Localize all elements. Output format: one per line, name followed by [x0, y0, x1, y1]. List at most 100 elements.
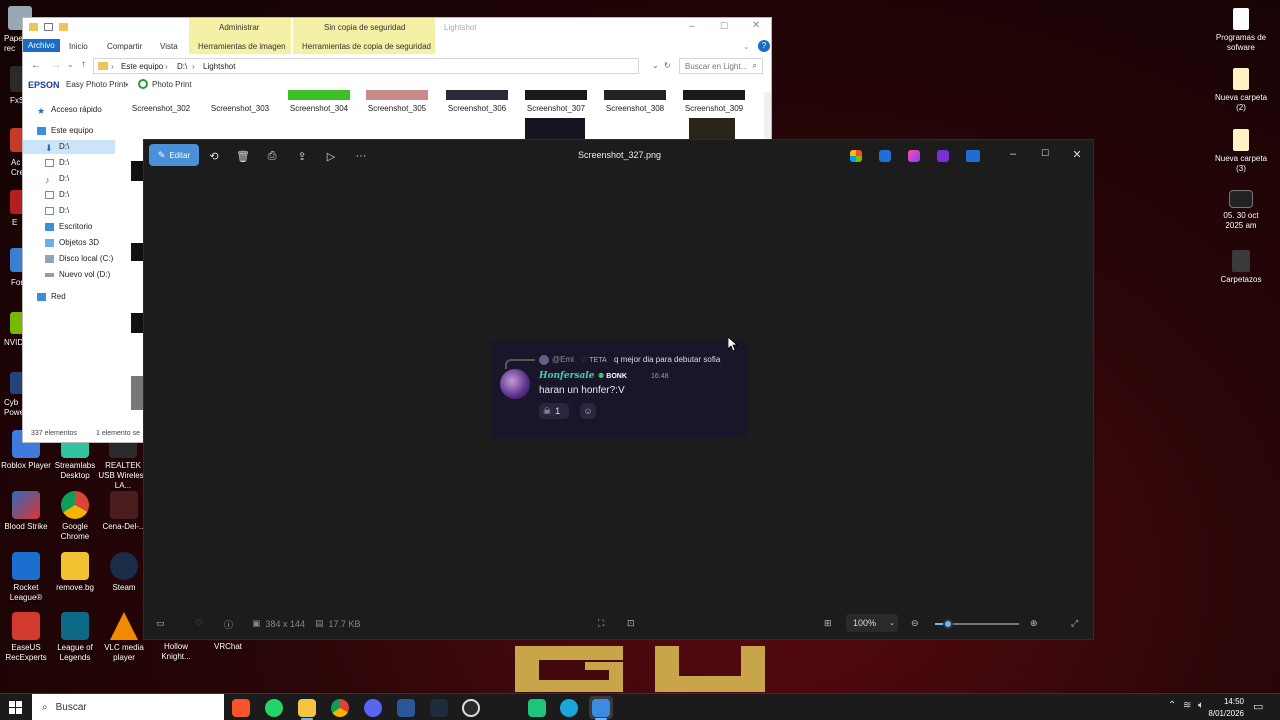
thumbnail-image[interactable] — [689, 118, 735, 140]
filmstrip-button[interactable]: ▭ — [156, 618, 165, 629]
minimize-button[interactable]: – — [1002, 148, 1024, 160]
thumbnail-label[interactable]: Screenshot_306 — [446, 104, 508, 113]
start-button[interactable] — [9, 701, 22, 714]
thumbnail-label[interactable]: Screenshot_308 — [604, 104, 666, 113]
thumbnail-image[interactable] — [131, 313, 143, 333]
nvidia-icon[interactable] — [10, 312, 24, 334]
thumbnail-image[interactable] — [288, 90, 350, 100]
tab-herramientas-imagen[interactable]: Herramientas de imagen — [198, 42, 286, 51]
capcut-icon[interactable] — [430, 699, 448, 717]
thumbnail-label[interactable]: Screenshot_302 — [130, 104, 192, 113]
nav-objetos-3d[interactable]: Objetos 3D — [45, 238, 99, 247]
desktop-icon-chrome[interactable]: Google Chrome — [49, 491, 101, 542]
nav-drive[interactable]: D:\ — [45, 158, 69, 167]
word-icon[interactable] — [397, 699, 415, 717]
tab-compartir[interactable]: Compartir — [107, 42, 142, 51]
tab-vista[interactable]: Vista — [160, 42, 178, 51]
nav-disco-c[interactable]: Disco local (C:) — [45, 254, 113, 263]
close-button[interactable]: ✕ — [752, 20, 760, 31]
zoom-slider-thumb[interactable] — [942, 619, 953, 629]
photos-viewer-window[interactable]: ✎ Editar ⟲ 🗑︎ ⎙ ⇪ ▷ ··· Screenshot_327.p… — [143, 139, 1094, 640]
desktop-icon-nueva-carpeta-3[interactable]: Nueva carpeta (3) — [1214, 129, 1268, 174]
app-icon[interactable] — [10, 66, 24, 92]
brave-icon[interactable] — [232, 699, 250, 717]
desktop-icon-programas[interactable]: Programas de sofware — [1214, 8, 1268, 53]
clock-date[interactable]: 8/01/2026 — [1198, 709, 1244, 718]
back-arrow-icon[interactable]: ← — [31, 60, 41, 71]
dropdown-arrow-icon[interactable]: ▾ — [125, 81, 129, 89]
tab-herramientas-copia[interactable]: Herramientas de copia de seguridad — [302, 42, 431, 51]
address-dropdown-icon[interactable]: ⌄ — [652, 61, 659, 70]
audio-levels-icon[interactable] — [495, 699, 513, 717]
maximize-button[interactable]: ☐ — [1034, 148, 1056, 159]
nav-este-equipo[interactable]: Este equipo — [37, 126, 93, 135]
search-input[interactable]: Buscar en Light... ⌕ — [679, 58, 763, 74]
thumbnail-image[interactable] — [604, 90, 666, 100]
notifications-icon[interactable]: ▭ — [1253, 700, 1263, 713]
up-arrow-icon[interactable]: ↑ — [81, 59, 86, 70]
nav-red[interactable]: Red — [37, 292, 66, 301]
photos-icon[interactable] — [592, 699, 610, 717]
text-recognition-button[interactable]: ⊡ — [627, 618, 635, 629]
fullscreen-button[interactable]: ⤢ — [1071, 618, 1078, 629]
onedrive-icon[interactable] — [966, 150, 980, 162]
app-icon[interactable] — [10, 248, 24, 272]
maximize-button[interactable]: ☐ — [720, 21, 728, 32]
photo-print-button[interactable]: Photo Print — [152, 80, 192, 89]
thumbnail-label[interactable]: Screenshot_309 — [683, 104, 745, 113]
thumbnail-image[interactable] — [525, 90, 587, 100]
desktop-icon-carpetazos[interactable]: Carpetazos — [1214, 250, 1268, 285]
thumbnail-label[interactable]: Screenshot_307 — [525, 104, 587, 113]
thumbnail-label[interactable]: Screenshot_305 — [366, 104, 428, 113]
thumbnail-image[interactable] — [366, 90, 428, 100]
nav-drive[interactable]: D:\ — [45, 206, 69, 215]
whatsapp-icon[interactable] — [265, 699, 283, 717]
desktop-icon-league[interactable]: League of Legends — [49, 612, 101, 663]
visual-search-button[interactable]: ⛶ — [598, 618, 604, 629]
file-explorer-icon[interactable] — [298, 699, 316, 717]
quick-access-toolbar[interactable] — [29, 23, 89, 33]
desktop-icon-nueva-carpeta-2[interactable]: Nueva carpeta (2) — [1214, 68, 1268, 113]
nav-escritorio[interactable]: Escritorio — [45, 222, 92, 231]
app-icon[interactable] — [10, 190, 24, 214]
desktop-icon-removebg[interactable]: remove.bg — [49, 552, 101, 593]
tab-archivo[interactable]: Archivo — [23, 39, 60, 52]
zoom-select[interactable]: 100% ⌄ — [846, 614, 898, 632]
nav-nuevo-vol-d[interactable]: Nuevo vol (D:) — [45, 270, 110, 279]
nav-drive-selected[interactable]: ⬇ D:\ — [45, 142, 69, 153]
clipchamp-icon[interactable] — [937, 150, 949, 162]
app-icon[interactable] — [528, 699, 546, 717]
zoom-slider[interactable] — [935, 619, 1019, 629]
help-icon[interactable]: ? — [758, 40, 770, 52]
desktop-icon-vrchat[interactable]: VRChat — [202, 642, 254, 652]
zoom-out-button[interactable]: ⊖ — [911, 618, 919, 629]
nav-drive[interactable]: ♪ D:\ — [45, 174, 69, 185]
refresh-icon[interactable]: ↻ — [664, 61, 671, 70]
chevron-up-icon[interactable]: ⌃ — [1168, 700, 1176, 711]
taskbar-search[interactable]: ⌕ Buscar — [32, 694, 224, 720]
file-info-button[interactable]: ⓘ — [224, 618, 233, 631]
thumbnail-label[interactable]: Screenshot_303 — [209, 104, 271, 113]
thumbnail-image[interactable] — [683, 90, 745, 100]
fit-window-button[interactable]: ⊞ — [824, 618, 832, 629]
breadcrumb-drive[interactable]: D:\ — [177, 62, 187, 71]
properties-icon[interactable] — [44, 23, 53, 31]
favorite-button[interactable]: ♡ — [195, 618, 203, 629]
adobe-icon[interactable] — [10, 128, 24, 152]
photo-editor-icon[interactable] — [879, 150, 891, 162]
clock-time[interactable]: 14:50 — [1204, 697, 1244, 706]
desktop-icon-blood-strike[interactable]: Blood Strike — [0, 491, 52, 532]
thumbnail-image[interactable] — [131, 243, 143, 261]
zoom-in-button[interactable]: ⊕ — [1030, 618, 1038, 629]
ribbon-expand-icon[interactable]: ⌄ — [743, 42, 750, 51]
wifi-icon[interactable]: ≋ — [1183, 700, 1191, 711]
chrome-icon[interactable] — [331, 699, 349, 717]
thumbnail-image[interactable] — [525, 118, 585, 140]
desktop-icon-easeus[interactable]: EaseUS RecExperts — [0, 612, 52, 663]
discord-icon[interactable] — [364, 699, 382, 717]
minimize-button[interactable]: – — [689, 21, 695, 32]
new-folder-icon[interactable] — [59, 23, 68, 31]
close-button[interactable]: ✕ — [1066, 148, 1088, 161]
desktop-icon-video[interactable]: 05. 30 oct 2025 am — [1214, 190, 1268, 231]
desktop-icon-hollow-knight[interactable]: Hollow Knight... — [150, 642, 202, 662]
